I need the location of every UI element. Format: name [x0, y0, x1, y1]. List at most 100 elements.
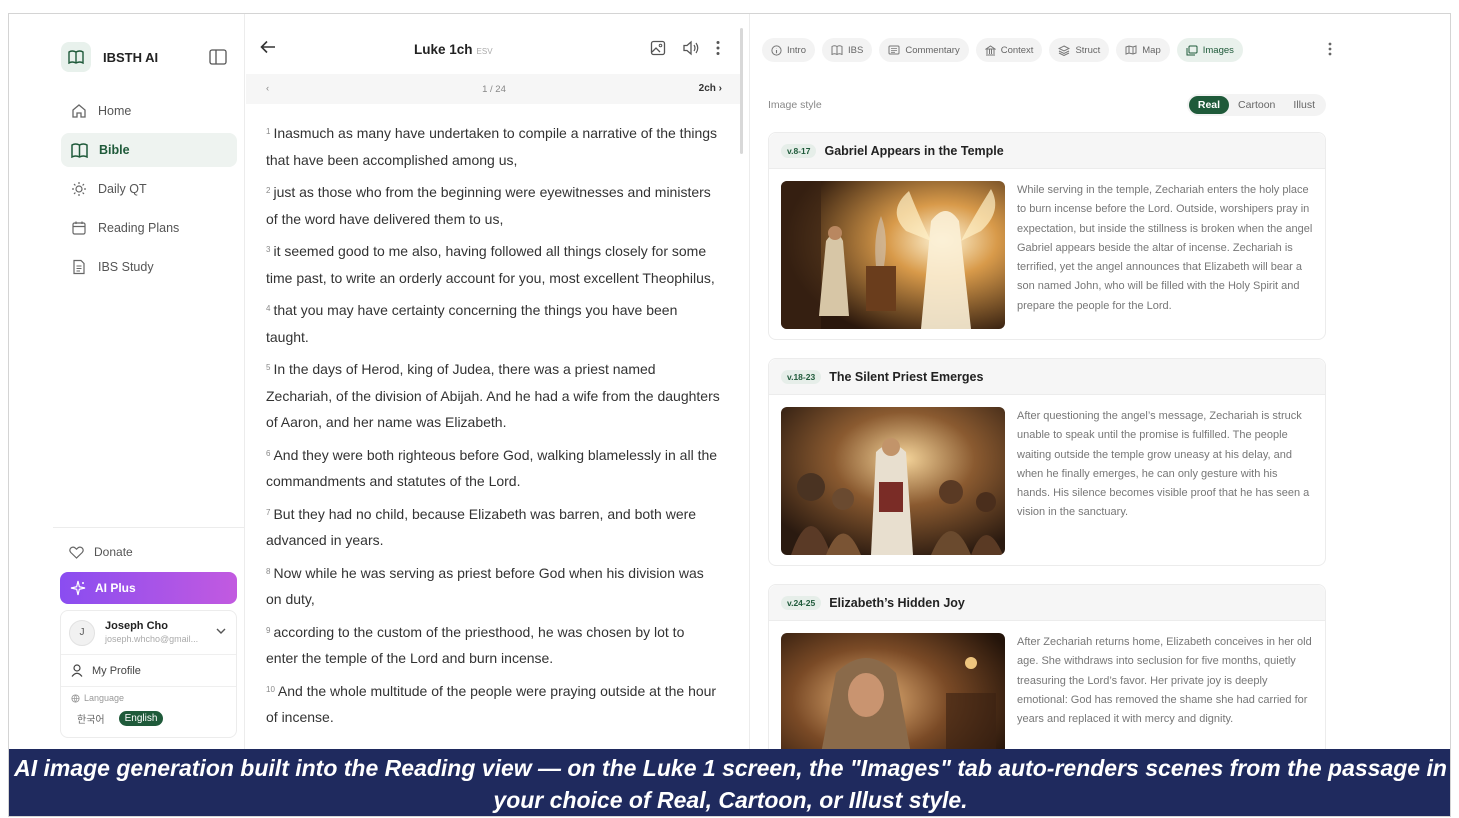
back-arrow-icon[interactable] [260, 40, 276, 54]
user-icon [71, 664, 83, 677]
verse-text: And they were both righteous before God,… [266, 446, 718, 490]
sidebar-footer: Donate AI Plus J Joseph Cho joseph.whcho… [53, 527, 245, 738]
verse-text: just as those who from the beginning wer… [266, 184, 711, 227]
verse-number: 8 [266, 566, 271, 576]
verse[interactable]: 2 just as those who from the beginning we… [266, 179, 720, 232]
user-menu[interactable]: J Joseph Cho joseph.whcho@gmail... [61, 611, 236, 655]
avatar: J [69, 619, 95, 646]
verse-list: 1 Inasmuch as many have undertaken to com… [246, 104, 742, 731]
verse[interactable]: 4 that you may have certainty concerning … [266, 297, 720, 350]
sidebar-item-label: Daily QT [98, 182, 147, 196]
home-icon [72, 104, 86, 118]
verse[interactable]: 1 Inasmuch as many have undertaken to com… [266, 120, 720, 173]
building-icon [984, 44, 996, 55]
version-badge: ESV [476, 47, 493, 56]
verse-number: 4 [266, 304, 271, 313]
donate-button[interactable]: Donate [53, 538, 245, 566]
verse-number: 2 [266, 186, 271, 195]
sidebar-item-label: IBS Study [98, 260, 154, 274]
more-vertical-icon[interactable] [1328, 42, 1332, 56]
ai-plus-label: AI Plus [95, 581, 136, 595]
language-option-korean[interactable]: 한국어 [71, 709, 111, 728]
sidebar-item-bible[interactable]: Bible [61, 133, 237, 167]
tab-struct[interactable]: Struct [1049, 38, 1110, 62]
language-selector: Language 한국어 English [61, 687, 236, 737]
next-chapter-button[interactable]: 2ch › [699, 83, 722, 94]
sidebar-item-home[interactable]: Home [61, 94, 237, 128]
my-profile-link[interactable]: My Profile [61, 655, 236, 687]
brand[interactable]: IBSTH AI [61, 42, 158, 72]
scene-image[interactable] [781, 407, 1005, 555]
scene-cards: v.8-17 Gabriel Appears in the Temple Whi… [768, 132, 1326, 810]
tab-intro[interactable]: Intro [762, 38, 816, 62]
tab-context[interactable]: Context [975, 38, 1043, 62]
reader-scrollbar[interactable] [740, 28, 743, 154]
sun-icon [72, 182, 86, 196]
style-option-real[interactable]: Real [1188, 96, 1230, 114]
tab-label: Struct [1075, 44, 1101, 56]
language-option-english[interactable]: English [118, 711, 164, 726]
verse[interactable]: 10 And the whole multitude of the people … [266, 678, 720, 731]
images-icon [1186, 45, 1198, 55]
more-vertical-icon[interactable] [716, 40, 720, 61]
reader-toolbar [634, 40, 720, 61]
bible-reader: Luke 1ch ESV ‹ 1 / 24 2ch › 1 Inasmuch as … [246, 14, 742, 749]
verse-text: But they had no child, because Elizabeth… [266, 505, 697, 549]
image-icon[interactable] [650, 40, 666, 61]
heart-icon [69, 546, 84, 559]
sidebar-item-reading-plans[interactable]: Reading Plans [61, 211, 237, 245]
ai-plus-button[interactable]: AI Plus [60, 572, 237, 604]
sidebar-item-daily-qt[interactable]: Daily QT [61, 172, 237, 206]
tab-label: Intro [787, 44, 807, 56]
tab-ibs[interactable]: IBS [822, 38, 873, 62]
style-option-illust[interactable]: Illust [1284, 96, 1324, 114]
image-style-label: Image style [768, 99, 822, 111]
brand-name: IBSTH AI [103, 49, 159, 65]
book-icon [61, 42, 91, 72]
verse-text: Inasmuch as many have undertaken to comp… [266, 125, 718, 168]
chapter-title[interactable]: Luke 1ch ESV [414, 42, 493, 57]
verse[interactable]: 9 according to the custom of the priestho… [266, 619, 720, 672]
info-icon [771, 44, 782, 56]
audio-icon[interactable] [682, 40, 700, 61]
scene-title: Gabriel Appears in the Temple [824, 143, 1004, 158]
verse[interactable]: 5 In the days of Herod, king of Judea, th… [266, 356, 720, 436]
verse-range-badge: v.18-23 [781, 369, 822, 384]
verse-number: 1 [266, 127, 271, 136]
verse[interactable]: 7 But they had no child, because Elizabet… [266, 501, 720, 554]
verse-number: 5 [266, 363, 271, 372]
layers-icon [1058, 44, 1071, 56]
verse-number: 10 [266, 684, 275, 694]
chevron-down-icon[interactable] [216, 628, 226, 635]
image-style-row: Image style Real Cartoon Illust [768, 94, 1326, 118]
sidebar-toggle-icon[interactable] [209, 49, 227, 65]
verse-text: it seemed good to me also, having follow… [266, 243, 715, 286]
tab-map[interactable]: Map [1116, 38, 1170, 62]
tab-images[interactable]: Images [1176, 38, 1243, 62]
chapter-pager: ‹ 1 / 24 2ch › [246, 74, 742, 104]
user-name: Joseph Cho [105, 619, 168, 632]
verse[interactable]: 3 it seemed good to me also, having follo… [266, 238, 720, 291]
style-option-cartoon[interactable]: Cartoon [1229, 96, 1284, 114]
app-window: IBSTH AI Home Bible Daily QT Reading Pla… [8, 13, 1451, 817]
caption-banner: AI image generation built into the Readi… [9, 749, 1450, 816]
verse-text: Now while he was serving as priest befor… [266, 564, 704, 608]
verse[interactable]: 6 And they were both righteous before God… [266, 442, 720, 495]
book-icon [71, 142, 88, 158]
sidebar-item-label: Bible [99, 143, 130, 157]
verse-text: according to the custom of the priesthoo… [266, 623, 685, 667]
tab-label: Commentary [905, 44, 960, 56]
verse-number: 7 [266, 507, 271, 517]
language-label: Language [84, 693, 125, 703]
verse-text: In the days of Herod, king of Judea, the… [266, 361, 720, 430]
comment-icon [888, 45, 900, 55]
chapter-name: Luke 1ch [414, 42, 473, 57]
calendar-icon [72, 221, 86, 235]
tab-commentary[interactable]: Commentary [879, 38, 969, 62]
sidebar-item-ibs-study[interactable]: IBS Study [61, 250, 237, 284]
user-email: joseph.whcho@gmail... [105, 633, 199, 644]
verse[interactable]: 8 Now while he was serving as priest befo… [266, 560, 720, 613]
verse-number: 3 [266, 245, 271, 254]
scene-title: The Silent Priest Emerges [829, 369, 984, 384]
scene-image[interactable] [781, 181, 1005, 329]
